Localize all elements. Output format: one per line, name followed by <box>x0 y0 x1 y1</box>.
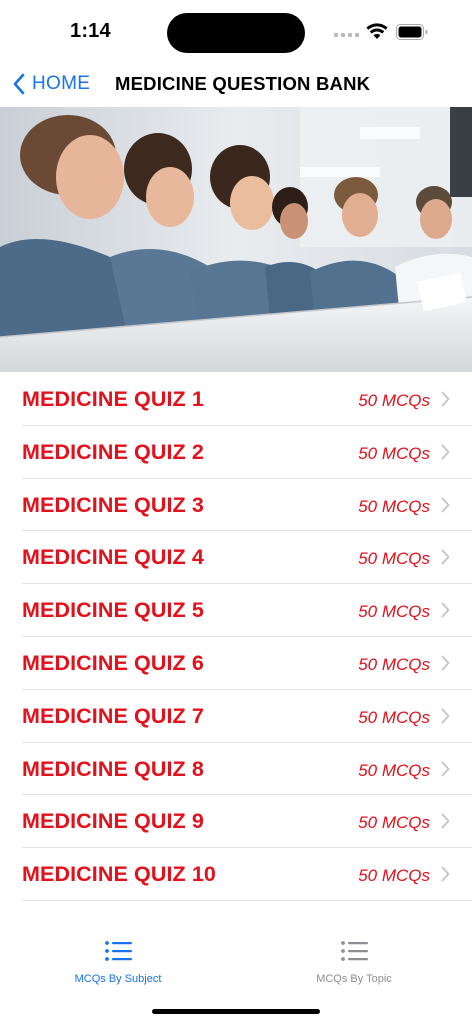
battery-icon <box>396 24 428 40</box>
app-screen: 1:14 HOME MEDICINE QUESTION BANK MEDICIN… <box>0 0 472 1024</box>
quiz-row[interactable]: MEDICINE QUIZ 9 50 MCQs <box>0 795 472 848</box>
chevron-right-icon <box>441 866 450 882</box>
quiz-mcq-count: 50 MCQs <box>358 813 430 833</box>
quiz-row[interactable]: MEDICINE QUIZ 10 50 MCQs <box>0 848 472 901</box>
quiz-mcq-count: 50 MCQs <box>358 391 430 410</box>
wifi-icon <box>366 23 388 39</box>
quiz-title: MEDICINE QUIZ 9 <box>22 809 204 834</box>
quiz-mcq-count: 50 MCQs <box>358 496 430 516</box>
status-time: 1:14 <box>70 20 111 42</box>
chevron-right-icon <box>441 708 450 724</box>
home-indicator <box>152 1009 320 1014</box>
quiz-mcq-count: 50 MCQs <box>358 760 430 780</box>
hero-image <box>0 107 472 372</box>
chevron-right-icon <box>441 813 450 829</box>
quiz-title: MEDICINE QUIZ 3 <box>22 492 204 517</box>
back-label: HOME <box>32 73 91 94</box>
quiz-title: MEDICINE QUIZ 2 <box>22 439 204 464</box>
tab-mcqs-by-topic[interactable]: MCQs By Topic <box>236 938 472 994</box>
quiz-row[interactable]: MEDICINE QUIZ 5 50 MCQs <box>0 584 472 637</box>
status-bar: 1:14 <box>0 0 472 62</box>
list-bullet-icon <box>105 941 132 961</box>
quiz-row[interactable]: MEDICINE QUIZ 7 50 MCQs <box>0 690 472 743</box>
classroom-photo <box>0 107 472 372</box>
chevron-right-icon <box>441 391 450 407</box>
quiz-title: MEDICINE QUIZ 1 <box>22 387 204 411</box>
quiz-mcq-count: 50 MCQs <box>358 654 430 674</box>
quiz-mcq-count: 50 MCQs <box>358 443 430 463</box>
quiz-row[interactable]: MEDICINE QUIZ 2 50 MCQs <box>0 426 472 479</box>
chevron-right-icon <box>441 602 450 618</box>
navigation-bar: HOME MEDICINE QUESTION BANK <box>0 62 472 106</box>
quiz-row[interactable]: MEDICINE QUIZ 3 50 MCQs <box>0 479 472 532</box>
quiz-mcq-count: 50 MCQs <box>358 707 430 727</box>
quiz-title: MEDICINE QUIZ 6 <box>22 650 204 675</box>
quiz-mcq-count: 50 MCQs <box>358 549 430 569</box>
quiz-row[interactable]: MEDICINE QUIZ 1 50 MCQs <box>0 373 472 426</box>
page-title: MEDICINE QUESTION BANK <box>115 73 371 94</box>
dynamic-island <box>167 13 305 53</box>
quiz-row[interactable]: MEDICINE QUIZ 8 50 MCQs <box>0 743 472 796</box>
tab-mcqs-by-subject[interactable]: MCQs By Subject <box>0 938 236 994</box>
quiz-row[interactable]: MEDICINE QUIZ 4 50 MCQs <box>0 531 472 584</box>
quiz-mcq-count: 50 MCQs <box>358 866 430 886</box>
quiz-row[interactable]: MEDICINE QUIZ 6 50 MCQs <box>0 637 472 690</box>
chevron-right-icon <box>441 655 450 671</box>
chevron-left-icon <box>13 73 25 95</box>
tab-label: MCQs By Topic <box>316 973 392 985</box>
quiz-title: MEDICINE QUIZ 7 <box>22 703 204 728</box>
quiz-title: MEDICINE QUIZ 8 <box>22 756 204 781</box>
quiz-title: MEDICINE QUIZ 10 <box>22 862 216 887</box>
back-button[interactable]: HOME <box>12 70 90 98</box>
quiz-title: MEDICINE QUIZ 4 <box>22 545 204 570</box>
chevron-right-icon <box>441 761 450 776</box>
tab-label: MCQs By Subject <box>74 973 162 985</box>
chevron-right-icon <box>441 444 450 460</box>
quiz-mcq-count: 50 MCQs <box>358 602 430 622</box>
chevron-right-icon <box>441 497 450 512</box>
list-bullet-icon <box>341 941 368 961</box>
cellular-signal-icon <box>334 33 359 37</box>
quiz-title: MEDICINE QUIZ 5 <box>22 598 204 623</box>
chevron-right-icon <box>441 549 450 565</box>
quiz-list: MEDICINE QUIZ 1 50 MCQs MEDICINE QUIZ 2 50 … <box>0 373 472 901</box>
